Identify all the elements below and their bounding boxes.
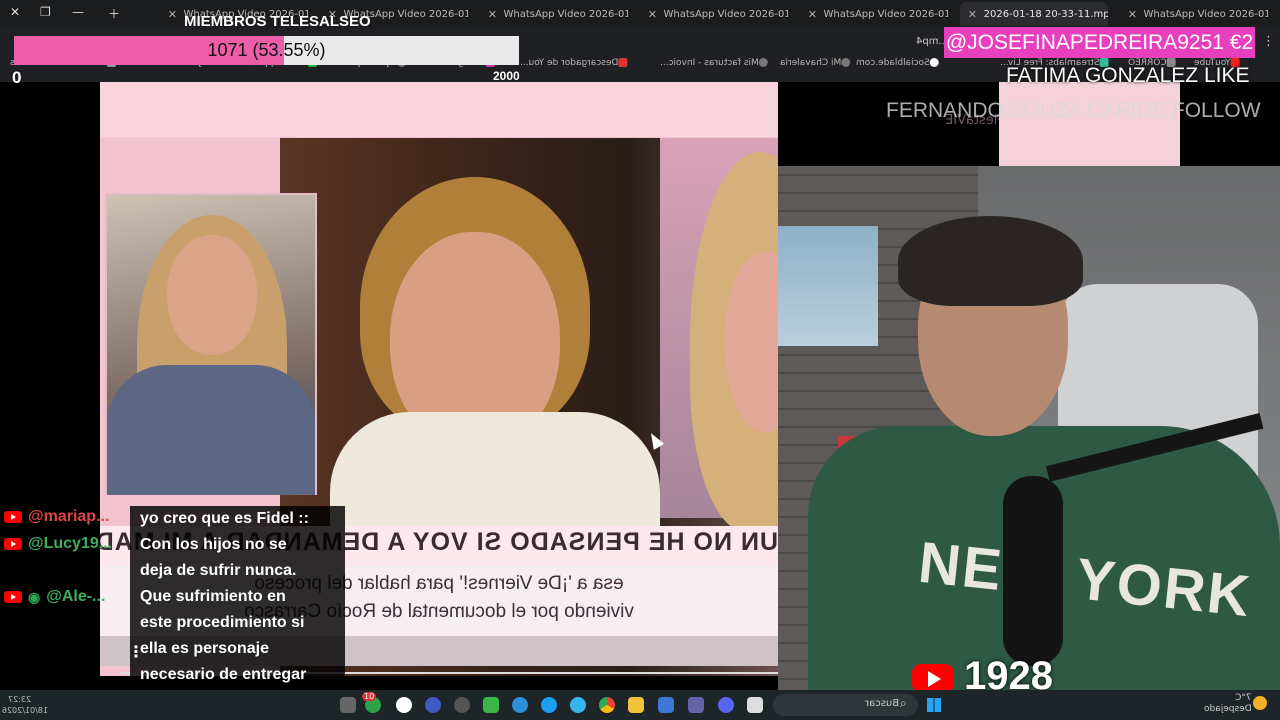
close-tab-icon[interactable]: ✕	[968, 8, 977, 21]
close-tab-icon[interactable]: ✕	[168, 8, 177, 21]
windows-start-icon[interactable]	[927, 698, 941, 712]
bookmark-item[interactable]: Socialblade.com	[856, 58, 942, 68]
new-tab-icon[interactable]: ＋	[108, 5, 120, 22]
mail-icon[interactable]	[658, 697, 674, 713]
send-icon[interactable]	[541, 697, 557, 713]
globe-icon[interactable]	[512, 697, 528, 713]
goal-title: MIEMBROS TELESALSEO	[184, 13, 371, 30]
goal-progress-text: 1071 (53.55%)	[207, 40, 326, 60]
like-alert: FATIMA GONZALEZ LIKE	[1006, 64, 1250, 87]
youtube-icon	[4, 511, 22, 523]
browser-tab[interactable]: WhatsApp Video 2026-01-17✕	[800, 2, 948, 26]
globe-icon	[758, 58, 768, 67]
bookmark-item[interactable]: Descargador de You...	[520, 58, 630, 68]
browser-tab[interactable]: WhatsApp Video 2026-01-17✕	[640, 2, 788, 26]
restore-window-icon[interactable]: ❐	[40, 5, 51, 19]
weather-widget[interactable]: 7°C Despejado	[1204, 693, 1252, 715]
chat-user: ◉ @Ale-...	[4, 586, 105, 608]
streamer-webcam: NEW YORK	[778, 166, 1280, 696]
chat-user-list: @mariap... @Lucy19... ◉ @Ale-...	[0, 506, 130, 616]
goal-max-label: 2000	[493, 69, 520, 83]
window-icon[interactable]	[747, 697, 763, 713]
globe-icon	[841, 58, 851, 67]
chat-user: @Lucy19...	[4, 533, 112, 555]
close-tab-icon[interactable]: ✕	[648, 8, 657, 21]
youtube-icon	[4, 591, 22, 603]
spreadsheet-icon[interactable]	[483, 697, 499, 713]
browser-tab[interactable]: WhatsApp Video 2026-01-18✕	[1120, 2, 1268, 26]
microphone	[1003, 476, 1063, 666]
discord-icon[interactable]	[718, 697, 734, 713]
obs-icon[interactable]	[396, 697, 412, 713]
chrome-icon[interactable]	[599, 697, 615, 713]
close-tab-icon[interactable]: ✕	[488, 8, 497, 21]
goal-progress-bar: 1071 (53.55%)	[14, 36, 519, 65]
app-icon[interactable]	[425, 697, 441, 713]
goal-min-label: 0	[12, 68, 22, 87]
donation-alert: @JOSEFINAPEDREIRA9251 €2	[944, 27, 1255, 58]
close-window-icon[interactable]: ✕	[10, 5, 20, 19]
close-tab-icon[interactable]: ✕	[1128, 8, 1137, 21]
edge-icon[interactable]	[570, 697, 586, 713]
play-icon	[928, 671, 941, 687]
chat-user: @mariap...	[4, 506, 109, 528]
extensions-icon[interactable]: ⋮	[1262, 34, 1275, 49]
pen-app-icon[interactable]	[340, 697, 356, 713]
github-icon[interactable]	[454, 697, 470, 713]
youtube-icon	[4, 538, 22, 550]
follow-alert: FERNANDO SOUZA CARIDE FOLLOW	[886, 99, 1261, 122]
bookmark-item[interactable]: Mi Chavalería	[780, 58, 853, 68]
minimize-window-icon[interactable]: —	[72, 5, 84, 19]
close-tab-icon[interactable]: ✕	[808, 8, 817, 21]
chat-message: yo creo que es Fidel :: Con los hijos no…	[140, 510, 309, 709]
taskbar-search-placeholder: Buscar	[865, 698, 900, 709]
browser-tab-active[interactable]: 2026-01-18 20-33-11.mp4 ✕	[960, 2, 1108, 26]
download-icon	[618, 58, 628, 67]
browser-tab[interactable]: WhatsApp Video 2026-01-17✕	[480, 2, 628, 26]
teams-icon[interactable]	[688, 697, 704, 713]
member-badge-icon: ◉	[28, 588, 41, 605]
bookmark-item[interactable]: Mis facturas - Invoic...	[660, 58, 771, 68]
sun-icon	[1253, 696, 1267, 710]
notification-badge: 10	[362, 692, 377, 701]
socialblade-icon	[929, 58, 939, 67]
taskbar-clock[interactable]: 23:27 18/01/2026	[2, 694, 48, 716]
search-icon: ⌕	[900, 696, 907, 710]
tv-inset-video	[105, 193, 317, 495]
folder-icon[interactable]	[628, 697, 644, 713]
more-options-icon[interactable]: ⋮	[128, 642, 144, 661]
